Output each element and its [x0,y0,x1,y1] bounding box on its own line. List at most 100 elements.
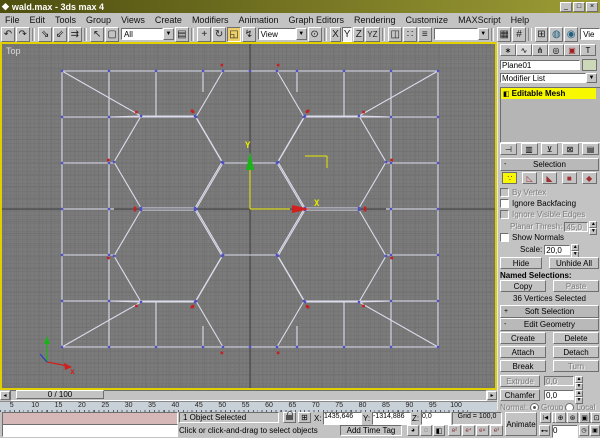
stack-tool-icon[interactable]: ⊠ [561,143,579,155]
snap-toggle-icon[interactable]: ◕ [407,425,419,436]
time-slider-track[interactable]: 0 / 100 [10,390,487,401]
menu-item[interactable]: Help [506,15,535,25]
animate-button[interactable]: Animate [505,412,537,436]
key-mode-toggle[interactable]: ⊷ [539,425,550,436]
select-and-scale-icon[interactable]: ◱ [227,26,241,42]
array-icon[interactable]: ∷ [403,26,417,42]
reference-coordinate-dropdown[interactable]: View ▼ [257,27,307,41]
select-and-manipulate-icon[interactable]: ↯ [241,26,256,42]
select-and-rotate-icon[interactable]: ↻ [212,26,227,42]
x-coordinate-field[interactable]: 1435,646 [323,412,362,425]
chamfer-spinner[interactable]: ▲ ▼ [575,389,583,404]
create-tab-icon[interactable]: ∗ [500,44,516,56]
menu-item[interactable]: Animation [233,15,283,25]
ignore-backfacing-checkbox[interactable] [500,199,509,208]
turn-button[interactable]: Turn [553,360,599,372]
normal-group-radio[interactable] [530,403,540,410]
restrict-y-button[interactable]: Y [341,26,353,42]
menu-item[interactable]: File [0,15,25,25]
utilities-tab-icon[interactable]: T [580,44,596,56]
use-center-icon[interactable]: ⊙ [307,26,322,42]
playback-icon[interactable]: |◀ [540,412,551,423]
motion-tab-icon[interactable]: ◎ [548,44,564,56]
menu-item[interactable]: Tools [50,15,81,25]
scale-spinner[interactable]: ▲ ▼ [571,244,580,258]
named-selection-sets-dropdown[interactable]: ▼ [433,27,489,41]
object-name-field[interactable]: Plane01 [500,60,580,70]
menu-item[interactable]: Customize [401,15,454,25]
rect-selection-region-icon[interactable]: ▢ [105,26,119,42]
face-mode-icon[interactable]: ◣ [541,172,557,184]
planar-thresh-field[interactable]: 45,0 [564,221,589,232]
track-view-icon[interactable]: ▦ [497,26,512,42]
menu-item[interactable]: Edit [25,15,51,25]
normal-local-radio[interactable] [565,403,575,410]
redo-icon[interactable]: ↷ [15,26,30,42]
editable-mesh-wireframe[interactable]: Y Xx [2,44,495,388]
polygon-mode-icon[interactable]: ■ [561,172,577,184]
snap-mode-icon[interactable]: e× [476,425,489,436]
chevron-down-icon[interactable]: ▼ [162,28,174,40]
maxscript-listener-white[interactable] [2,424,178,437]
nav-icon[interactable]: ◷ [579,425,589,436]
time-slider-handle[interactable]: 0 / 100 [16,390,104,399]
stack-tool-icon[interactable]: ⊣ [500,143,517,155]
vertex-mode-icon[interactable]: ∵ [502,172,518,184]
close-button[interactable]: × [586,1,598,12]
nav-icon[interactable]: ▣ [590,425,600,436]
chevron-down-icon[interactable]: ▼ [295,28,307,40]
current-frame-field[interactable]: 0 [552,425,578,438]
mirror-icon[interactable]: ◫ [388,26,403,42]
object-color-swatch[interactable] [582,59,597,71]
menu-item[interactable]: Graph Editors [283,15,349,25]
restrict-plane-button[interactable]: YZ [365,26,380,42]
undo-icon[interactable]: ↶ [1,26,15,42]
chevron-down-icon[interactable]: ▼ [586,73,597,83]
chamfer-button[interactable]: Chamfer [500,389,540,401]
slider-next-icon[interactable]: ▸ [487,391,497,400]
menu-item[interactable]: MAXScript [453,15,506,25]
viewport-label[interactable]: Top [6,46,21,56]
ignore-visible-edges-checkbox[interactable] [500,210,509,219]
snap-toggle-icon[interactable]: ◧ [433,425,445,436]
stack-tool-icon[interactable]: ▤ [582,143,599,155]
align-icon[interactable]: ≡ [417,26,432,42]
menu-item[interactable]: Views [116,15,150,25]
show-normals-checkbox[interactable] [500,233,509,242]
delete-button[interactable]: Delete [553,332,599,344]
modifier-stack[interactable]: ◧ Editable Mesh [500,87,600,143]
y-coordinate-field[interactable]: -1314,886 [372,412,411,425]
element-mode-icon[interactable]: ◆ [581,172,597,184]
extrude-field[interactable]: 0,0 [544,376,574,386]
minimize-button[interactable]: _ [560,1,572,12]
render-type-dropdown[interactable]: Vie [580,27,600,41]
attach-button[interactable]: Attach [500,346,546,358]
unlink-selection-icon[interactable]: ⇙ [53,26,67,42]
zoom-nav-icon[interactable]: ⊛ [567,412,578,423]
select-and-link-icon[interactable]: ⇘ [38,26,53,42]
menu-item[interactable]: Modifiers [187,15,234,25]
extrude-spinner[interactable]: ▲ ▼ [575,375,583,390]
selection-rollout-header[interactable]: - Selection [500,158,599,171]
menu-item[interactable]: Rendering [349,15,401,25]
snap-mode-icon[interactable]: e² [448,425,461,436]
restrict-z-button[interactable]: Z [353,26,365,42]
hierarchy-tab-icon[interactable]: ⋔ [532,44,548,56]
create-button[interactable]: Create [500,332,546,344]
absolute-offset-toggle[interactable]: ⊞ [298,412,311,423]
bind-to-spacewarp-icon[interactable]: ⇉ [67,26,82,42]
z-coordinate-field[interactable]: 0,0 [421,412,451,425]
snap-toggle-icon[interactable]: ◌ [420,425,432,436]
unhide-all-button[interactable]: Unhide All [549,257,599,269]
display-tab-icon[interactable]: ▣ [564,44,580,56]
stack-tool-icon[interactable]: ▥ [520,143,538,155]
copy-button[interactable]: Copy [500,280,546,292]
quick-render-icon[interactable]: ◉ [564,26,579,42]
modifier-list-dropdown[interactable]: Modifier List [500,73,586,83]
edge-mode-icon[interactable]: ◺ [522,172,538,184]
snap-mode-icon[interactable]: e⁴ [462,425,475,436]
paste-button[interactable]: Paste [553,280,599,292]
modify-tab-icon[interactable]: ∿ [516,44,532,56]
menu-item[interactable]: Create [150,15,187,25]
select-and-move-icon[interactable]: + [197,26,212,42]
